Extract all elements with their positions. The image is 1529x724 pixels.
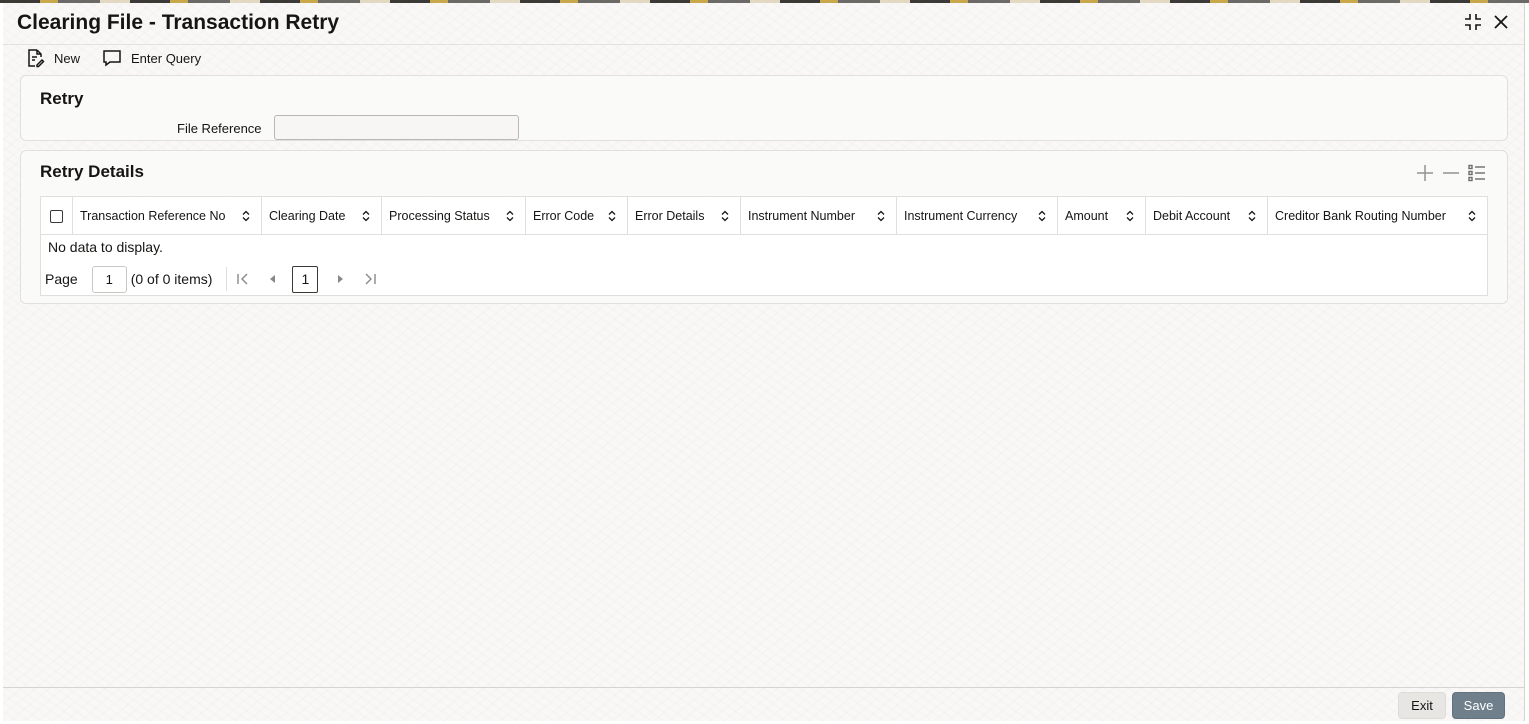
close-icon[interactable] — [1492, 13, 1510, 31]
enter-query-button[interactable]: Enter Query — [102, 48, 201, 68]
retry-details-table: Transaction Reference No Clearing Date P… — [40, 196, 1488, 296]
sort-icon[interactable] — [1125, 210, 1135, 222]
file-reference-input[interactable] — [274, 115, 519, 140]
new-label: New — [54, 50, 81, 66]
current-page-indicator[interactable]: 1 — [292, 265, 319, 293]
enter-query-label: Enter Query — [131, 50, 202, 66]
list-view-icon[interactable] — [1467, 163, 1487, 183]
pagination-divider — [226, 267, 228, 291]
exit-button[interactable]: Exit — [1398, 692, 1446, 719]
column-label: Error Details — [635, 209, 705, 223]
column-label: Debit Account — [1153, 209, 1231, 223]
first-page-icon[interactable] — [235, 271, 251, 287]
column-header-error-code[interactable]: Error Code — [526, 197, 628, 235]
table-header: Transaction Reference No Clearing Date P… — [41, 197, 1487, 235]
column-label: Clearing Date — [269, 209, 346, 223]
sort-icon[interactable] — [720, 210, 730, 222]
window-controls — [1464, 13, 1510, 31]
column-label: Amount — [1065, 209, 1109, 223]
collapse-icon[interactable] — [1464, 13, 1482, 31]
sort-icon[interactable] — [361, 210, 371, 222]
sort-icon[interactable] — [505, 210, 515, 222]
column-label: Instrument Number — [748, 209, 855, 223]
column-label: Transaction Reference No — [80, 209, 226, 223]
select-all-cell — [41, 197, 73, 235]
select-all-checkbox[interactable] — [50, 209, 63, 223]
sort-icon[interactable] — [241, 210, 251, 222]
empty-table-message: No data to display. — [48, 239, 163, 255]
column-label: Error Code — [533, 209, 595, 223]
column-label: Instrument Currency — [904, 209, 1018, 223]
item-count: (0 of 0 items) — [130, 271, 213, 287]
new-document-icon — [28, 49, 45, 68]
retry-details-section: Retry Details Transaction Reference No C… — [20, 150, 1508, 304]
column-label: Creditor Bank Routing Number — [1275, 209, 1446, 223]
grid-toolbar — [1415, 163, 1487, 183]
title-divider — [3, 44, 1524, 45]
file-reference-label: File Reference — [177, 121, 262, 136]
column-header-amount[interactable]: Amount — [1058, 197, 1146, 235]
retry-section: Retry File Reference — [20, 75, 1508, 141]
sort-icon[interactable] — [1247, 210, 1257, 222]
next-page-icon[interactable] — [332, 271, 348, 287]
dialog-window: Clearing File - Transaction Retry New En… — [3, 3, 1525, 721]
column-header-transaction-reference-no[interactable]: Transaction Reference No — [73, 197, 262, 235]
column-header-debit-account[interactable]: Debit Account — [1146, 197, 1268, 235]
pagination: Page 1 (0 of 0 items) 1 — [45, 265, 378, 293]
add-row-icon[interactable] — [1415, 163, 1435, 183]
retry-section-title: Retry — [40, 89, 84, 108]
retry-details-title: Retry Details — [40, 162, 144, 181]
footer-divider — [3, 687, 1524, 688]
last-page-icon[interactable] — [362, 271, 378, 287]
previous-page-icon[interactable] — [265, 271, 281, 287]
column-header-creditor-bank-routing-number[interactable]: Creditor Bank Routing Number — [1268, 197, 1487, 235]
save-button[interactable]: Save — [1452, 692, 1505, 719]
delete-row-icon[interactable] — [1441, 163, 1461, 183]
page-number-input[interactable]: 1 — [91, 265, 127, 293]
new-button[interactable]: New — [25, 48, 80, 68]
column-header-clearing-date[interactable]: Clearing Date — [262, 197, 382, 235]
sort-icon[interactable] — [1037, 210, 1047, 222]
sort-icon[interactable] — [607, 210, 617, 222]
sort-icon[interactable] — [876, 210, 886, 222]
column-header-error-details[interactable]: Error Details — [628, 197, 741, 235]
chat-bubble-icon — [103, 50, 121, 67]
column-header-instrument-number[interactable]: Instrument Number — [741, 197, 897, 235]
column-label: Processing Status — [389, 209, 490, 223]
column-header-processing-status[interactable]: Processing Status — [382, 197, 526, 235]
column-header-instrument-currency[interactable]: Instrument Currency — [897, 197, 1058, 235]
toolbar: New Enter Query — [25, 46, 201, 70]
page-label: Page — [45, 271, 78, 287]
page-title: Clearing File - Transaction Retry — [17, 11, 340, 34]
sort-icon[interactable] — [1467, 210, 1477, 222]
